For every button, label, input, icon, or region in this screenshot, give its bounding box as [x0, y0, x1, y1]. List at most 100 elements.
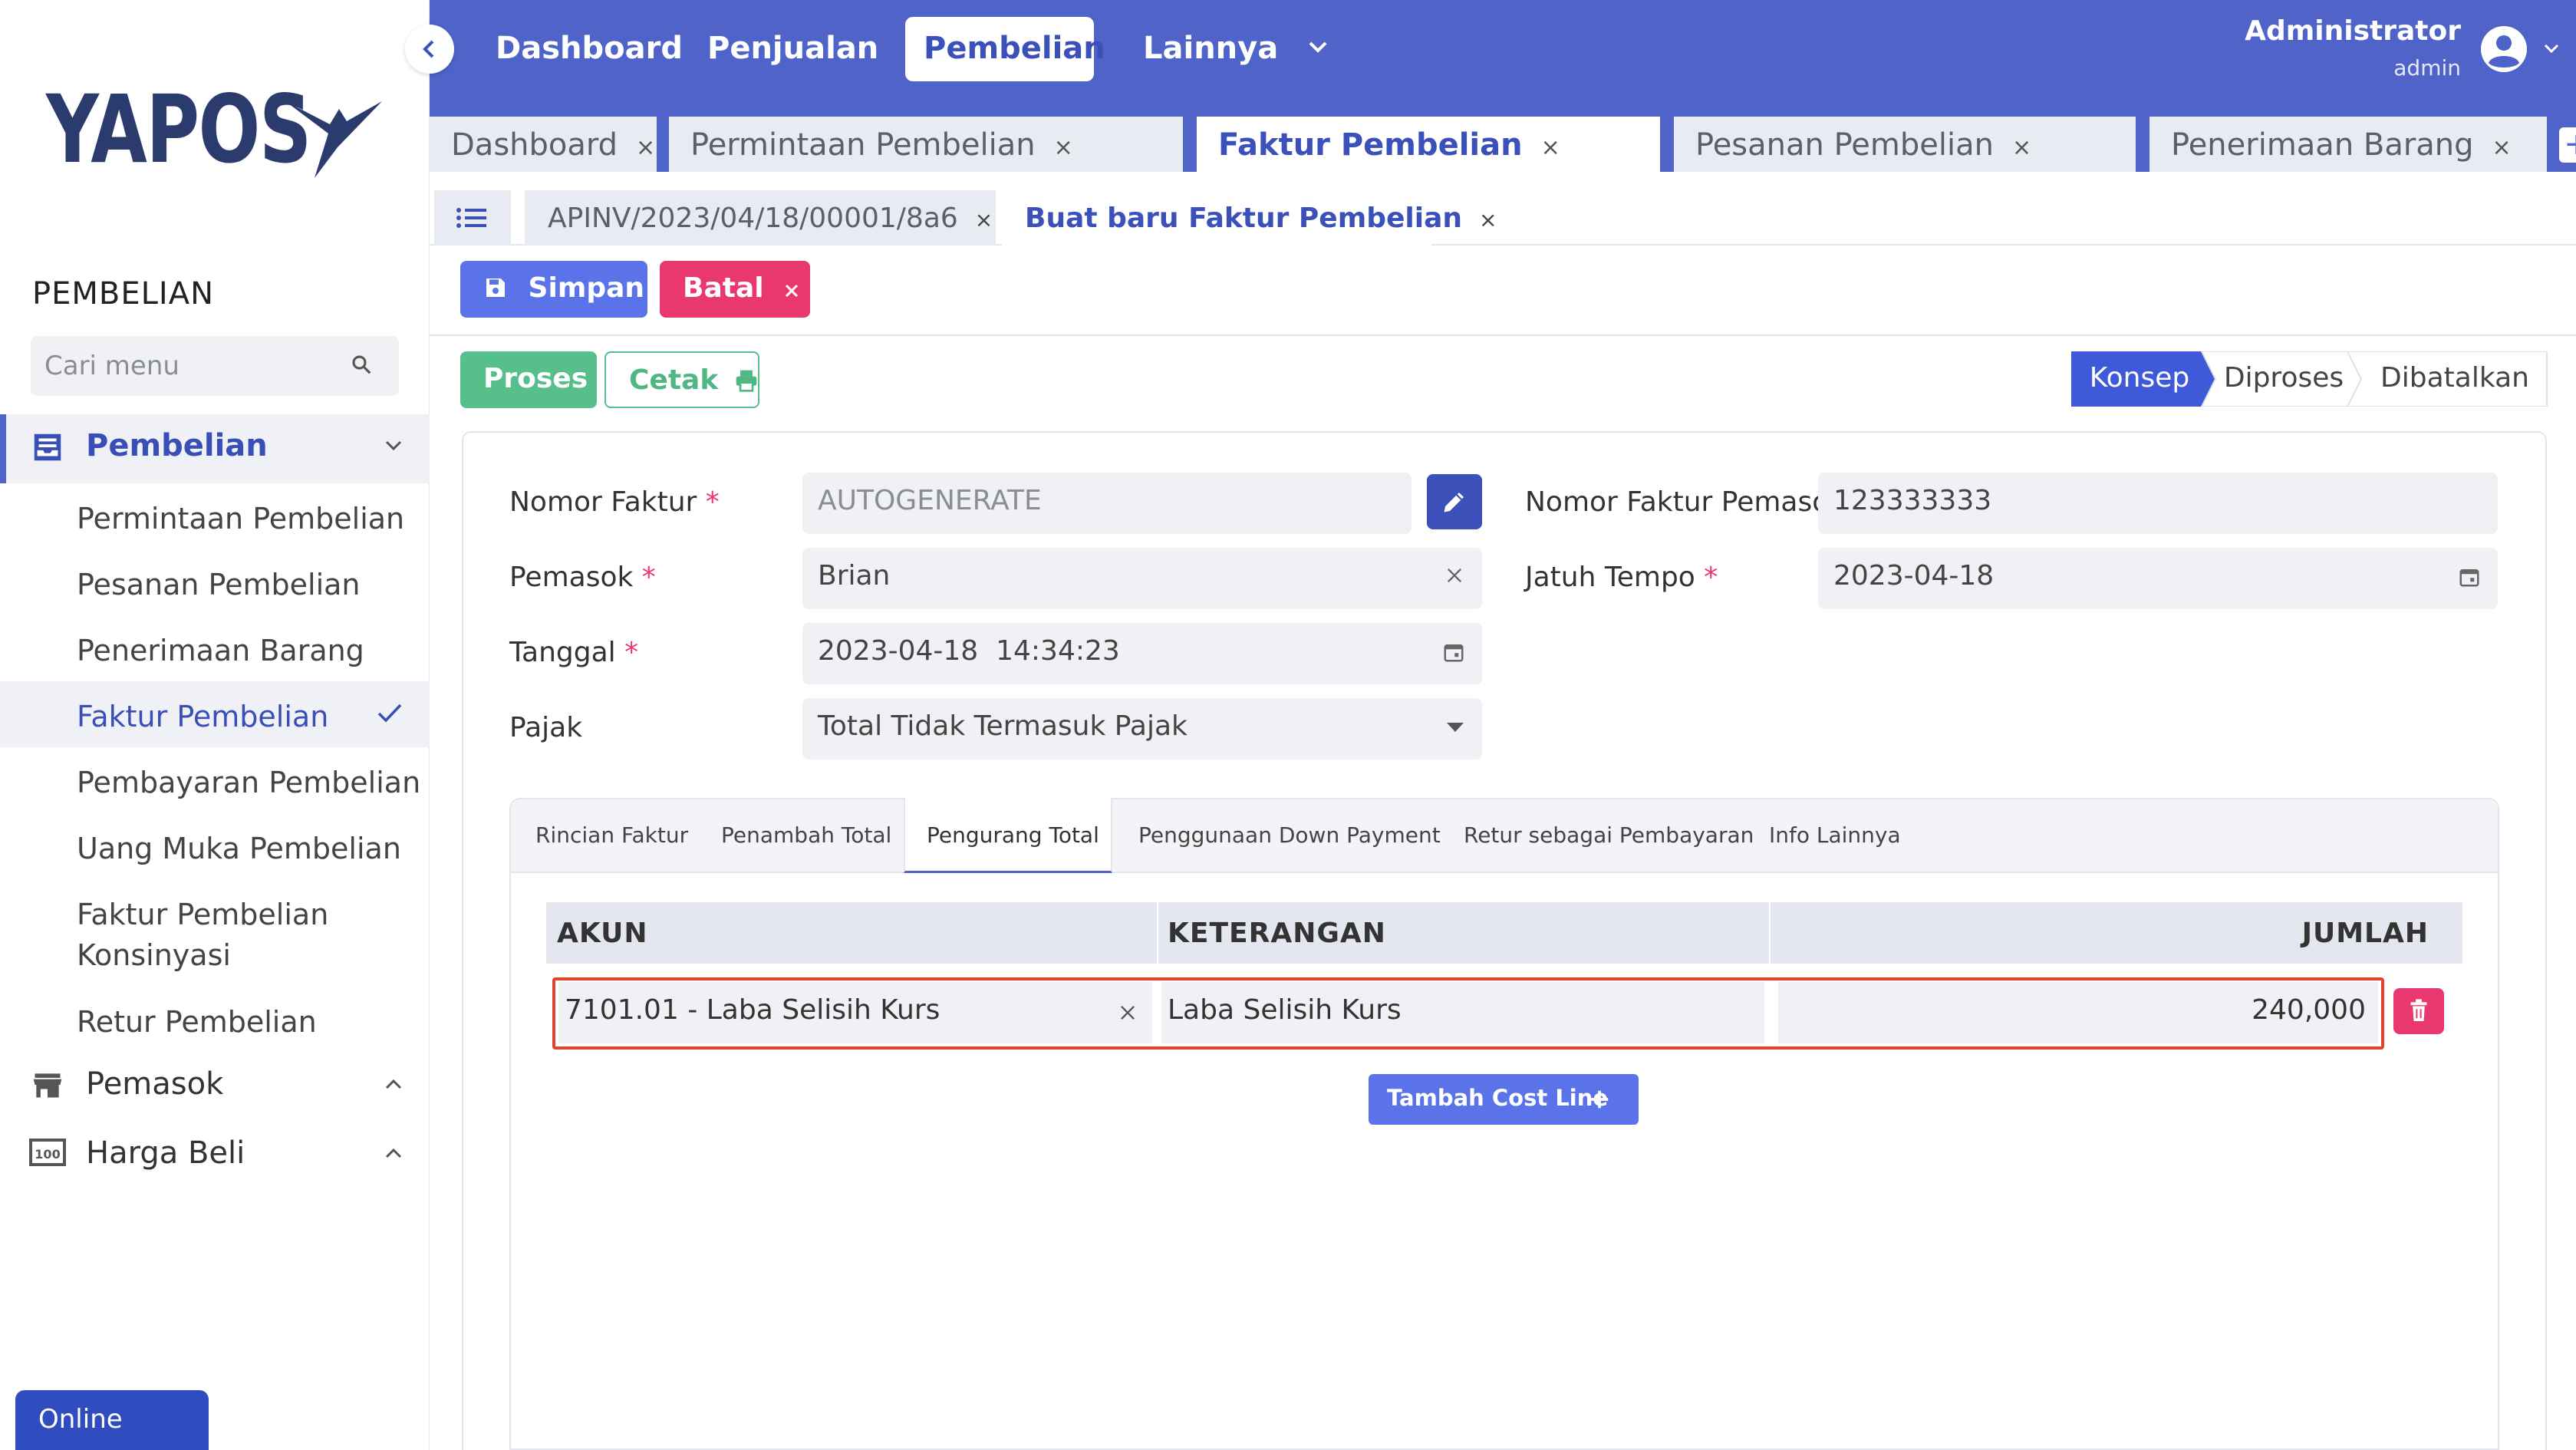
description-input[interactable]: Laba Selisih Kurs — [1161, 982, 1764, 1043]
tab-penambah-total[interactable]: Penambah Total — [721, 822, 891, 848]
user-name[interactable]: Administrator — [2245, 15, 2461, 47]
due-date-label: Jatuh Tempo * — [1525, 562, 1718, 593]
date-field[interactable]: 2023-04-18 14:34:23 — [802, 623, 1482, 684]
sidebar-item-faktur-pembelian[interactable]: Faktur Pembelian — [0, 681, 430, 747]
subtab-new-invoice[interactable]: Buat baru Faktur Pembelian × — [1002, 190, 1497, 246]
list-view-button[interactable] — [434, 190, 511, 246]
topnav-lainnya[interactable]: Lainnya — [1125, 17, 1296, 81]
tab-info-lainnya[interactable]: Info Lainnya — [1769, 822, 1901, 848]
cancel-button-label: Batal — [683, 272, 764, 304]
column-separator — [1769, 902, 1771, 964]
save-button-label: Simpan — [528, 272, 645, 304]
subtab-label: Buat baru Faktur Pembelian — [1025, 203, 1463, 234]
chevron-down-icon — [385, 440, 402, 451]
date-label: Tanggal * — [509, 637, 638, 668]
save-button[interactable]: Simpan — [460, 261, 647, 318]
subtab-label: APINV/2023/04/18/00001/8a6 — [548, 203, 958, 234]
label-text: Pemasok — [509, 562, 634, 593]
tab-retur-sebagai-pembayaran[interactable]: Retur sebagai Pembayaran — [1464, 822, 1754, 848]
supplier-invoice-number-field[interactable]: 123333333 — [1818, 473, 2498, 534]
close-icon[interactable]: × — [1054, 134, 1073, 161]
topnav-penjualan[interactable]: Penjualan — [689, 17, 897, 81]
sidebar-item-label: Penerimaan Barang — [77, 634, 364, 667]
add-tab-button[interactable]: + — [2559, 127, 2576, 163]
amount-input[interactable]: 240,000 — [1778, 982, 2378, 1043]
main-tab-bar: Dashboard × Permintaan Pembelian × Faktur … — [430, 98, 2576, 172]
document-tab-bar: APINV/2023/04/18/00001/8a6 × Buat baru Fa… — [430, 172, 2576, 246]
add-cost-line-label: Tambah Cost Line — [1387, 1085, 1609, 1111]
sidebar-item-label: Pesanan Pembelian — [77, 568, 361, 601]
label-text: Jatuh Tempo — [1525, 562, 1695, 593]
chevron-down-icon[interactable] — [1304, 34, 1332, 61]
close-icon[interactable]: × — [2492, 134, 2512, 161]
process-button[interactable]: Proses — [460, 351, 597, 408]
close-icon[interactable]: × — [975, 207, 993, 232]
topnav-pembelian[interactable]: Pembelian — [905, 17, 1105, 81]
chevron-down-icon[interactable] — [2542, 41, 2561, 57]
sidebar-group-pembelian[interactable]: Pembelian — [0, 414, 430, 483]
top-navbar: Dashboard Penjualan Pembelian Lainnya Ad… — [430, 0, 2576, 98]
invoice-number-label: Nomor Faktur * — [509, 486, 720, 518]
user-avatar-icon[interactable] — [2479, 25, 2528, 74]
column-separator — [1157, 902, 1158, 964]
account-select[interactable]: 7101.01 - Laba Selisih Kurs — [558, 982, 1152, 1043]
supplier-invoice-number-label: Nomor Faktur Pemasok — [1525, 486, 1846, 518]
clear-icon[interactable] — [1444, 565, 1465, 586]
print-button[interactable]: Cetak — [604, 351, 759, 408]
sidebar-item-label: Pembayaran Pembelian — [77, 766, 421, 799]
subtab-invoice-document[interactable]: APINV/2023/04/18/00001/8a6 × — [525, 190, 996, 246]
supplier-select[interactable]: Brian — [802, 548, 1482, 609]
tab-faktur-pembelian[interactable]: Faktur Pembelian × — [1197, 117, 1660, 172]
sidebar-item-label: Retur Pembelian — [77, 1005, 317, 1039]
trash-icon — [2410, 999, 2427, 1021]
cancel-button[interactable]: Batal — [660, 261, 810, 318]
due-date-value: 2023-04-18 — [1833, 560, 1995, 592]
sidebar-item-pesanan-pembelian[interactable]: Pesanan Pembelian — [0, 549, 430, 615]
print-button-label: Cetak — [629, 364, 719, 396]
edit-invoice-number-button[interactable] — [1427, 474, 1482, 529]
app-root: YAPOS PEMBELIAN Pembelian — [0, 0, 2576, 1450]
date-value: 2023-04-18 14:34:23 — [818, 635, 1120, 667]
tab-rincian-faktur[interactable]: Rincian Faktur — [535, 822, 688, 848]
close-icon[interactable]: × — [2012, 134, 2031, 161]
floppy-disk-icon — [486, 278, 505, 297]
add-cost-line-button[interactable]: Tambah Cost Line — [1369, 1074, 1639, 1125]
close-icon[interactable]: × — [1541, 134, 1560, 161]
sidebar-group-pemasok[interactable]: Pemasok — [0, 1053, 430, 1122]
plus-icon — [1590, 1090, 1609, 1109]
due-date-field[interactable]: 2023-04-18 — [1818, 548, 2498, 609]
close-icon[interactable]: × — [1479, 207, 1497, 232]
column-header-keterangan: KETERANGAN — [1168, 918, 1386, 949]
tax-select[interactable]: Total Tidak Termasuk Pajak — [802, 698, 1482, 760]
menu-search-box — [31, 336, 399, 396]
sidebar-item-uang-muka-pembelian[interactable]: Uang Muka Pembelian — [0, 813, 430, 879]
sidebar-item-retur-pembelian[interactable]: Retur Pembelian — [0, 987, 430, 1053]
online-status-badge[interactable]: Online — [15, 1390, 209, 1450]
topnav-dashboard[interactable]: Dashboard — [477, 17, 701, 81]
sidebar-item-penerimaan-barang[interactable]: Penerimaan Barang — [0, 615, 430, 681]
menu-search-input[interactable] — [44, 336, 351, 396]
sidebar-section-title: PEMBELIAN — [32, 276, 214, 311]
cost-table-header: AKUN KETERANGAN JUMLAH — [546, 902, 2462, 964]
label-text: Tanggal — [509, 637, 616, 668]
tab-pengurang-total[interactable]: Pengurang Total — [927, 822, 1099, 848]
checkmark-icon — [377, 704, 402, 723]
close-icon[interactable]: × — [636, 134, 655, 161]
sidebar-item-pembayaran-pembelian[interactable]: Pembayaran Pembelian — [0, 747, 430, 813]
sidebar-item-faktur-pembelian-konsinyasi[interactable]: Faktur Pembelian Konsinyasi — [0, 879, 430, 994]
tab-pesanan-pembelian[interactable]: Pesanan Pembelian × — [1674, 117, 2136, 172]
search-icon[interactable] — [350, 353, 373, 376]
calendar-icon[interactable] — [1442, 640, 1465, 664]
tab-penggunaan-down-payment[interactable]: Penggunaan Down Payment — [1138, 822, 1441, 848]
tab-penerimaan-barang[interactable]: Penerimaan Barang × — [2149, 117, 2547, 172]
delete-row-button[interactable] — [2393, 988, 2444, 1034]
invoice-number-field[interactable]: AUTOGENERATE — [802, 473, 1412, 534]
tab-permintaan-pembelian[interactable]: Permintaan Pembelian × — [669, 117, 1183, 172]
sidebar-collapse-button[interactable] — [405, 25, 454, 74]
sidebar-item-permintaan-pembelian[interactable]: Permintaan Pembelian — [0, 483, 430, 549]
caret-down-icon — [1447, 723, 1464, 732]
clear-icon[interactable] — [1117, 1002, 1138, 1023]
calendar-icon[interactable] — [2458, 565, 2481, 589]
tab-dashboard[interactable]: Dashboard × — [430, 117, 657, 172]
sidebar-group-harga-beli[interactable]: 100 Harga Beli — [0, 1122, 430, 1191]
